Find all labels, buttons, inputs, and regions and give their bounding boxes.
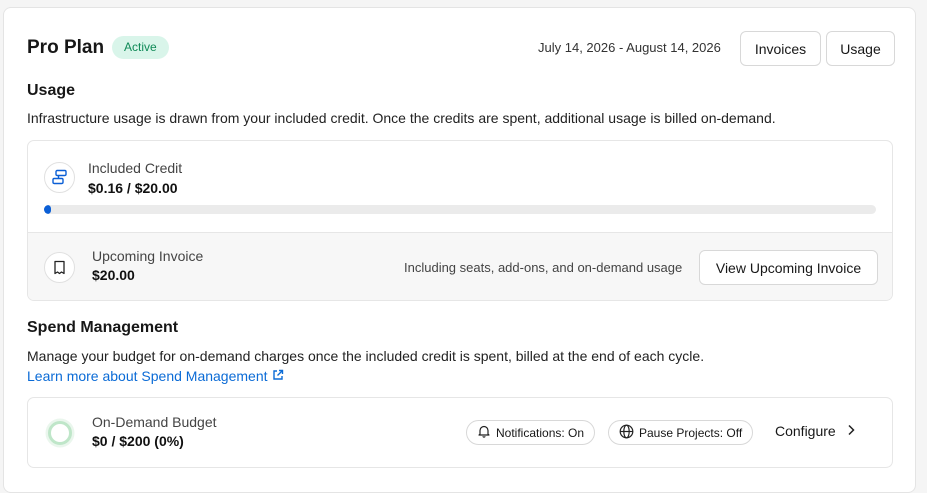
credit-progress-bar — [44, 205, 876, 214]
credit-progress-fill — [44, 205, 51, 214]
invoices-button[interactable]: Invoices — [740, 31, 821, 66]
notifications-toggle[interactable]: Notifications: On — [466, 420, 596, 445]
pause-projects-toggle[interactable]: Pause Projects: Off — [608, 420, 754, 445]
usage-description: Infrastructure usage is drawn from your … — [27, 110, 776, 126]
spend-management-heading: Spend Management — [27, 319, 179, 336]
external-link-icon — [272, 368, 284, 384]
usage-button[interactable]: Usage — [826, 31, 895, 66]
on-demand-budget-panel: On-Demand Budget $0 / $200 (0%) Notifica… — [27, 397, 893, 468]
database-icon — [44, 162, 75, 193]
receipt-icon — [44, 252, 75, 283]
view-upcoming-invoice-button[interactable]: View Upcoming Invoice — [699, 250, 878, 285]
chevron-right-icon — [846, 423, 856, 439]
notifications-label: Notifications: On — [496, 425, 585, 440]
upcoming-invoice-note: Including seats, add-ons, and on-demand … — [404, 260, 683, 275]
on-demand-budget-label: On-Demand Budget — [92, 414, 217, 430]
configure-label: Configure — [775, 423, 836, 439]
plan-title: Pro Plan — [27, 37, 105, 58]
on-demand-budget-value: $0 / $200 (0%) — [92, 433, 184, 449]
usage-heading: Usage — [27, 82, 76, 99]
usage-panel: Included Credit $0.16 / $20.00 Upcoming … — [27, 140, 893, 301]
billing-card: Pro Plan Active July 14, 2026 - August 1… — [3, 7, 916, 493]
upcoming-invoice-label: Upcoming Invoice — [92, 248, 204, 264]
learn-more-link[interactable]: Learn more about Spend Management — [27, 368, 284, 384]
included-credit-value: $0.16 / $20.00 — [88, 180, 178, 196]
billing-period: July 14, 2026 - August 14, 2026 — [538, 40, 721, 55]
bell-icon — [477, 424, 491, 441]
upcoming-invoice-row: Upcoming Invoice $20.00 Including seats,… — [28, 232, 892, 300]
upcoming-invoice-value: $20.00 — [92, 267, 135, 283]
learn-more-label: Learn more about Spend Management — [27, 368, 268, 384]
pause-projects-label: Pause Projects: Off — [639, 425, 743, 440]
included-credit-label: Included Credit — [88, 160, 183, 176]
configure-button[interactable]: Configure — [775, 423, 856, 439]
budget-ring-icon — [44, 417, 76, 454]
status-badge: Active — [112, 36, 169, 59]
spend-management-description: Manage your budget for on-demand charges… — [27, 348, 705, 364]
globe-icon — [619, 424, 634, 442]
